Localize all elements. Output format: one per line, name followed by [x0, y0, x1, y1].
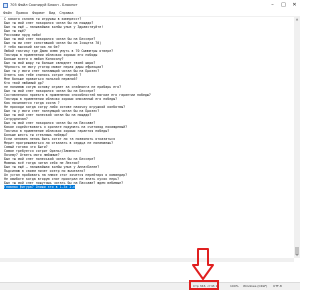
zoom-level: 100% [230, 284, 239, 288]
scroll-up-icon[interactable]: ▲ [294, 17, 300, 22]
text-line-content: Главная фигура? Опиши это в 1-3х 2-м [4, 185, 76, 189]
notepad-app-icon [3, 2, 8, 8]
text-editor-area[interactable]: С какого склона ты игрушкы в компресст? Б… [0, 17, 293, 258]
close-button[interactable]: ✕ [289, 0, 300, 10]
window-controls: – □ ✕ [267, 0, 300, 10]
selected-text-line: Главная фигура? Опиши это в 1-3х 2-м [4, 185, 293, 189]
minimize-button[interactable]: – [267, 0, 278, 10]
window-title: 705 Файл Скопируй Блокн - Блокнот [10, 3, 78, 7]
line-ending: Windows (CRLF) [243, 284, 268, 288]
vertical-scrollbar[interactable]: ▲ ▼ [294, 17, 300, 258]
red-arrow-annotation-icon [192, 248, 214, 280]
menu-edit[interactable]: Правка [16, 11, 28, 15]
maximize-button[interactable]: □ [278, 0, 289, 10]
menu-view[interactable]: Вид [49, 11, 55, 15]
menu-bar: Файл Правка Формат Вид Справка [0, 10, 300, 17]
status-bar: Стр 343, стлб 1 100% Windows (CRLF) UTF-… [0, 282, 300, 290]
encoding: UTF-8 [273, 284, 282, 288]
menu-format[interactable]: Формат [32, 11, 45, 15]
menu-file[interactable]: Файл [3, 11, 12, 15]
notepad-window: 705 Файл Скопируй Блокн - Блокнот – □ ✕ … [0, 0, 300, 262]
highlight-box-annotation [189, 280, 219, 290]
title-bar[interactable]: 705 Файл Скопируй Блокн - Блокнот – □ ✕ [0, 0, 300, 10]
horizontal-scrollbar[interactable] [0, 258, 294, 262]
scroll-down-icon[interactable]: ▼ [294, 253, 300, 258]
menu-help[interactable]: Справка [59, 11, 73, 15]
